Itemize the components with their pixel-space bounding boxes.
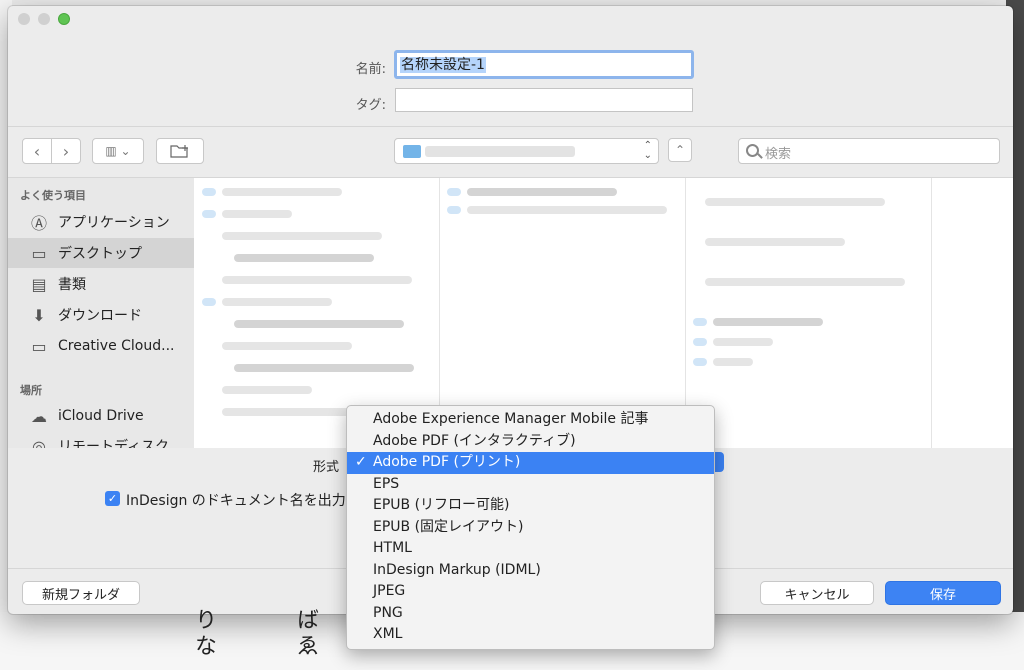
sidebar: よく使う項目 Ⓐ アプリケーション ▭ デスクトップ ▤ 書類 ⬇ ダウンロード… — [8, 178, 194, 456]
menu-item-html[interactable]: HTML — [347, 538, 714, 560]
minimize-window-button[interactable] — [38, 13, 50, 25]
view-mode-button[interactable]: ▥ ⌄ — [92, 138, 144, 164]
menu-item-pdf-interactive[interactable]: Adobe PDF (インタラクティブ) — [347, 431, 714, 453]
close-window-button[interactable] — [18, 13, 30, 25]
toolbar-separator — [8, 126, 1013, 127]
name-field[interactable]: 名称未設定-1 — [394, 50, 694, 79]
background-text: ばゑ — [293, 608, 318, 660]
tag-field[interactable] — [395, 88, 693, 112]
format-label: 形式 — [313, 460, 340, 475]
column-view-icon: ▥ ⌄ — [105, 144, 131, 158]
menu-item-aem-mobile[interactable]: Adobe Experience Manager Mobile 記事 — [347, 409, 714, 431]
menu-item-epub-fixed[interactable]: EPUB (固定レイアウト) — [347, 517, 714, 539]
folder-icon — [403, 145, 421, 158]
name-field-value: 名称未設定-1 — [400, 57, 486, 73]
browser-column-3 — [685, 178, 932, 448]
search-icon — [746, 144, 759, 157]
sidebar-item-label: アプリケーション — [58, 215, 170, 231]
menu-item-eps[interactable]: EPS — [347, 474, 714, 496]
sidebar-item-icloud-drive[interactable]: ☁ iCloud Drive — [8, 401, 194, 431]
sidebar-item-label: ダウンロード — [58, 308, 142, 324]
sidebar-item-creative-cloud[interactable]: ▭ Creative Cloud... — [8, 331, 194, 361]
format-menu: Adobe Experience Manager Mobile 記事 Adobe… — [346, 405, 715, 650]
menu-item-epub-reflow[interactable]: EPUB (リフロー可能) — [347, 495, 714, 517]
sidebar-item-desktop[interactable]: ▭ デスクトップ — [8, 238, 194, 268]
new-folder-toolbar-button[interactable] — [156, 138, 204, 164]
checkmark-icon: ✓ — [355, 454, 367, 470]
export-document-name-checkbox[interactable]: ✓ — [105, 491, 120, 506]
chevron-right-icon: › — [62, 141, 70, 161]
sidebar-favorites-header: よく使う項目 — [20, 189, 86, 202]
sidebar-item-downloads[interactable]: ⬇ ダウンロード — [8, 300, 194, 330]
menu-item-idml[interactable]: InDesign Markup (IDML) — [347, 560, 714, 582]
sidebar-item-documents[interactable]: ▤ 書類 — [8, 269, 194, 299]
expand-collapse-button[interactable]: ⌃ — [668, 138, 692, 162]
chevron-up-icon: ⌃ — [674, 143, 686, 157]
sidebar-item-label: iCloud Drive — [58, 408, 144, 424]
new-folder-icon — [170, 145, 188, 158]
location-popup[interactable]: ⌃ ⌄ — [394, 138, 659, 164]
location-name-blurred — [425, 146, 575, 157]
folder-icon: ▭ — [31, 336, 47, 356]
downloads-icon: ⬇ — [32, 305, 46, 325]
format-popup-button[interactable] — [714, 452, 724, 472]
menu-item-jpeg[interactable]: JPEG — [347, 581, 714, 603]
desktop-icon: ▭ — [31, 243, 47, 263]
chevron-left-icon: ‹ — [33, 141, 41, 161]
browser-column-4 — [931, 178, 1013, 448]
new-folder-button[interactable]: 新規フォルダ — [22, 581, 140, 605]
chevron-updown-icon: ⌃ ⌄ — [643, 140, 652, 161]
zoom-window-button[interactable] — [58, 13, 70, 25]
checkmark-icon: ✓ — [107, 492, 118, 505]
sidebar-item-label: 書類 — [58, 277, 86, 293]
search-placeholder: 検索 — [765, 147, 792, 162]
sidebar-item-applications[interactable]: Ⓐ アプリケーション — [8, 207, 194, 237]
sidebar-item-label: Creative Cloud... — [58, 338, 175, 354]
name-label: 名前: — [355, 62, 386, 77]
sidebar-item-label: デスクトップ — [58, 246, 142, 262]
cancel-button[interactable]: キャンセル — [760, 581, 874, 605]
save-button[interactable]: 保存 — [885, 581, 1001, 605]
menu-item-xml[interactable]: XML — [347, 624, 714, 646]
applications-icon: Ⓐ — [30, 214, 47, 233]
documents-icon: ▤ — [31, 274, 47, 294]
tag-label: タグ: — [355, 98, 386, 113]
forward-button[interactable]: › — [51, 138, 81, 164]
menu-item-png[interactable]: PNG — [347, 603, 714, 625]
export-document-name-label: InDesign のドキュメント名を出力 — [126, 493, 346, 509]
search-input[interactable]: 検索 — [738, 138, 1000, 164]
back-button[interactable]: ‹ — [22, 138, 52, 164]
menu-item-pdf-print[interactable]: ✓ Adobe PDF (プリント) — [347, 452, 714, 474]
cloud-icon: ☁ — [31, 406, 47, 426]
background-text: りな — [191, 608, 216, 660]
sidebar-locations-header: 場所 — [20, 384, 42, 397]
